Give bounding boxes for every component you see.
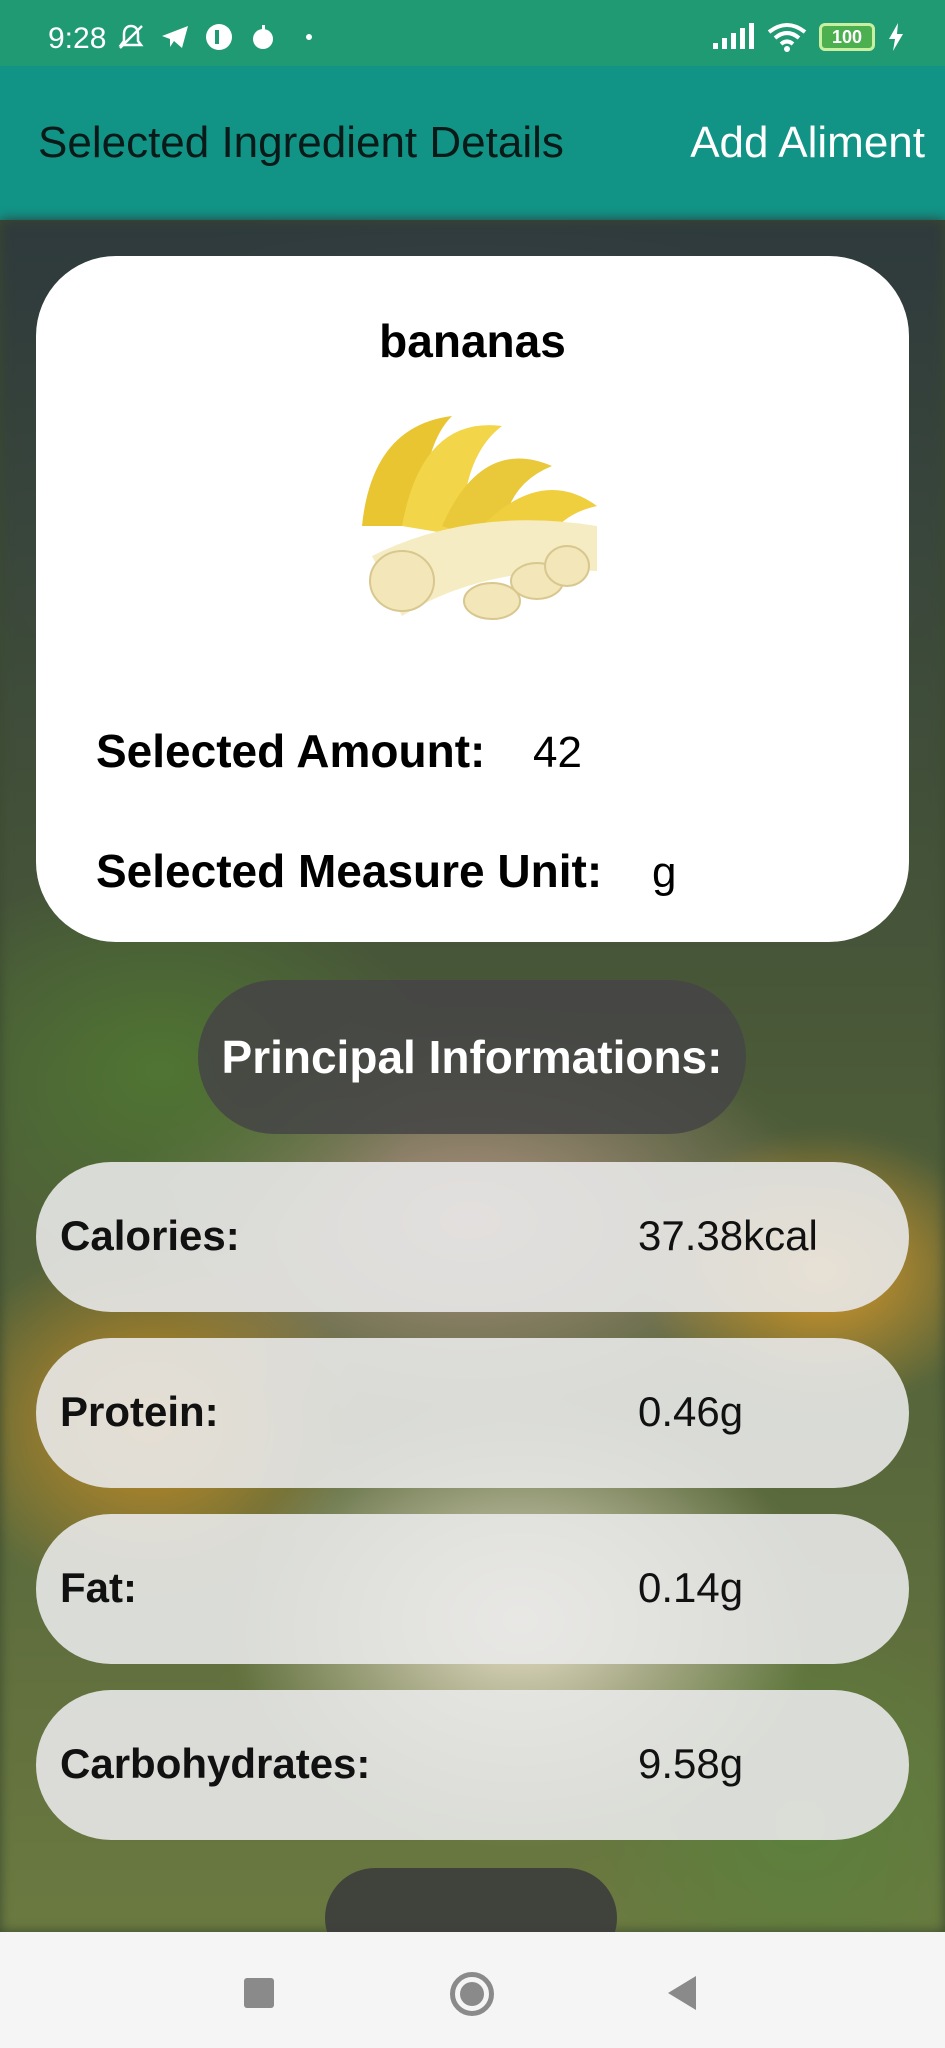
unit-label: Selected Measure Unit: (96, 845, 603, 897)
telegram-icon (162, 26, 188, 48)
nutrition-row-carbohydrates: Carbohydrates: 9.58g (36, 1690, 909, 1840)
dot-icon (306, 34, 312, 40)
unit-value: g (652, 848, 677, 897)
ingredient-name: bananas (379, 315, 566, 367)
app-bar: Selected Ingredient Details Add Aliment (0, 66, 945, 220)
nutrition-value: 0.14g (638, 1564, 744, 1611)
navigation-bar (0, 1932, 945, 2048)
nutrition-label: Carbohydrates: (60, 1740, 371, 1787)
back-icon[interactable] (668, 1976, 696, 2010)
amount-value: 42 (533, 728, 582, 777)
recents-icon[interactable] (244, 1978, 274, 2008)
section-header: Principal Informations: (198, 980, 746, 1134)
ingredient-card: bananas Selected Amount: 42 Selected Mea… (36, 256, 909, 942)
nutrition-label: Fat: (60, 1564, 137, 1611)
nutrition-label: Protein: (60, 1388, 219, 1435)
notification-icons (116, 22, 312, 52)
battery-icon: 100 (819, 23, 875, 51)
home-icon[interactable] (450, 1972, 494, 2016)
status-time: 9:28 (48, 22, 107, 55)
amount-label: Selected Amount: (96, 725, 486, 777)
nutrition-row-calories: Calories: 37.38kcal (36, 1162, 909, 1312)
wifi-icon (767, 23, 807, 52)
signal-icon (713, 23, 754, 49)
banana-image (362, 416, 597, 620)
charging-icon (889, 23, 903, 51)
nutrition-label: Calories: (60, 1212, 240, 1259)
nutrition-row-fat: Fat: 0.14g (36, 1514, 909, 1664)
mute-icon (118, 24, 144, 49)
app-icon (206, 24, 232, 50)
nutrition-row-protein: Protein: 0.46g (36, 1338, 909, 1488)
system-icons: 100 (711, 22, 905, 52)
nutrition-value: 0.46g (638, 1388, 744, 1435)
add-aliment-button[interactable]: Add Aliment (690, 118, 925, 168)
apple-icon (253, 25, 273, 49)
nutrition-value: 37.38kcal (638, 1212, 818, 1259)
page-title: Selected Ingredient Details (38, 118, 564, 167)
nutrition-value: 9.58g (638, 1740, 744, 1787)
status-bar: 9:28 100 (0, 0, 945, 66)
